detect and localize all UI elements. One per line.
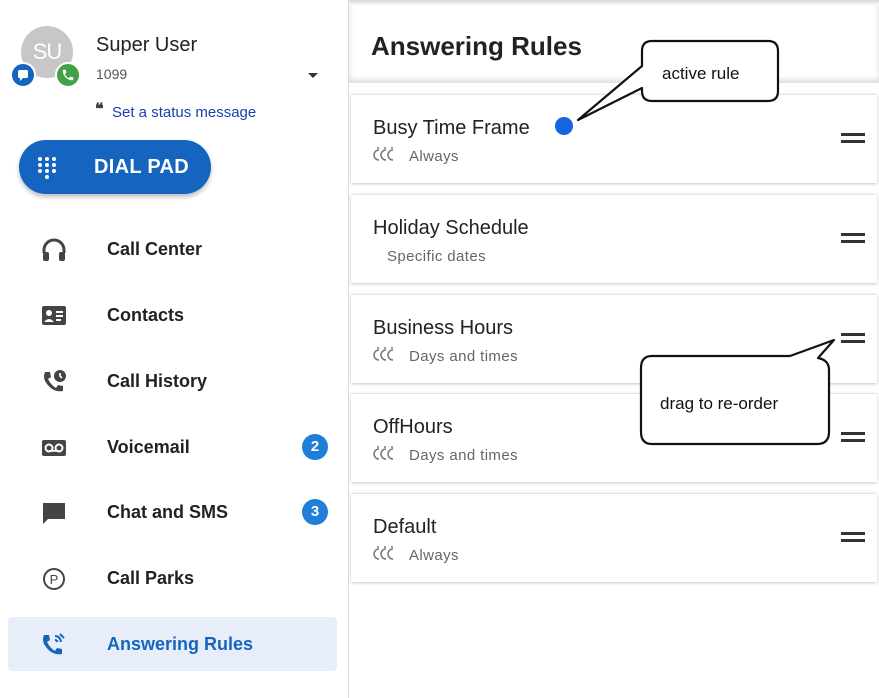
phone-history-icon [44, 370, 66, 392]
dial-pad-button[interactable]: DIAL PAD [19, 140, 211, 194]
rule-card-default[interactable]: Default Always [351, 493, 877, 582]
user-card[interactable]: SU Super User 1099 ❝ Set a status messag… [0, 0, 349, 130]
schedule-icon [373, 347, 394, 361]
schedule-icon [373, 546, 394, 560]
contact-card-icon [42, 306, 66, 325]
schedule-icon [373, 446, 394, 460]
rule-name: Busy Time Frame [373, 117, 530, 139]
sidebar: SU Super User 1099 ❝ Set a status messag… [0, 0, 349, 698]
nav-label: Voicemail [107, 437, 190, 457]
schedule-icon [373, 147, 394, 161]
user-extension: 1099 [96, 66, 128, 82]
chevron-down-icon[interactable] [307, 72, 319, 80]
dial-pad-label: DIAL PAD [94, 156, 189, 178]
nav-label: Call Parks [107, 568, 195, 588]
nav-item-chat-and-sms[interactable]: Chat and SMS 3 [8, 485, 337, 539]
rule-card-busy-time-frame[interactable]: Busy Time Frame Always [351, 94, 877, 183]
user-name: Super User [96, 34, 198, 56]
active-rule-indicator [555, 117, 573, 135]
nav-label: Contacts [107, 305, 185, 325]
phone-forward-icon [43, 633, 65, 655]
rule-name: OffHours [373, 416, 453, 438]
rule-name: Holiday Schedule [373, 217, 529, 239]
nav-item-answering-rules[interactable]: Answering Rules [8, 617, 337, 671]
page-title: Answering Rules [371, 31, 582, 61]
rule-card-holiday-schedule[interactable]: Holiday Schedule Specific dates [351, 194, 877, 283]
rule-schedule: Always [409, 547, 459, 564]
svg-text:P: P [50, 572, 59, 587]
rule-card-offhours[interactable]: OffHours Days and times [351, 393, 877, 482]
nav-item-voicemail[interactable]: Voicemail 2 [8, 420, 337, 474]
drag-handle-icon[interactable] [841, 532, 865, 544]
parking-icon: P [43, 568, 65, 590]
headset-icon [42, 238, 66, 261]
voicemail-count-badge: 2 [302, 434, 328, 460]
rule-card-business-hours[interactable]: Business Hours Days and times [351, 294, 877, 383]
drag-handle-icon[interactable] [841, 233, 865, 245]
rule-schedule: Days and times [409, 348, 518, 365]
nav-label: Chat and SMS [107, 502, 229, 522]
nav-item-contacts[interactable]: Contacts [8, 288, 337, 342]
drag-handle-icon[interactable] [841, 133, 865, 145]
nav-item-call-center[interactable]: Call Center [8, 222, 337, 276]
rule-name: Default [373, 516, 437, 538]
phone-status-icon [55, 62, 81, 88]
main-panel: Answering Rules Busy Time Frame Always H… [349, 0, 879, 698]
rule-name: Business Hours [373, 317, 514, 339]
chat-icon [43, 503, 65, 524]
main-header: Answering Rules [349, 0, 879, 83]
rule-schedule: Specific dates [387, 248, 486, 265]
status-message-link[interactable]: Set a status message [112, 104, 256, 121]
nav-label: Answering Rules [107, 634, 254, 654]
nav-item-call-parks[interactable]: P Call Parks [8, 551, 337, 605]
chat-count-badge: 3 [302, 499, 328, 525]
drag-handle-icon[interactable] [841, 432, 865, 444]
drag-reorder-callout: drag to re-order [660, 394, 779, 413]
quote-icon: ❝ [95, 101, 104, 118]
drag-handle-icon[interactable] [841, 333, 865, 345]
dialpad-icon [38, 157, 56, 179]
active-rule-callout: active rule [662, 64, 740, 83]
nav-label: Call History [107, 371, 208, 391]
rule-schedule: Days and times [409, 447, 518, 464]
nav-label: Call Center [107, 239, 203, 259]
voicemail-icon [42, 440, 66, 456]
header-shade [349, 0, 879, 6]
nav-item-call-history[interactable]: Call History [8, 354, 337, 408]
chat-status-icon [10, 62, 36, 88]
rule-schedule: Always [409, 148, 459, 165]
